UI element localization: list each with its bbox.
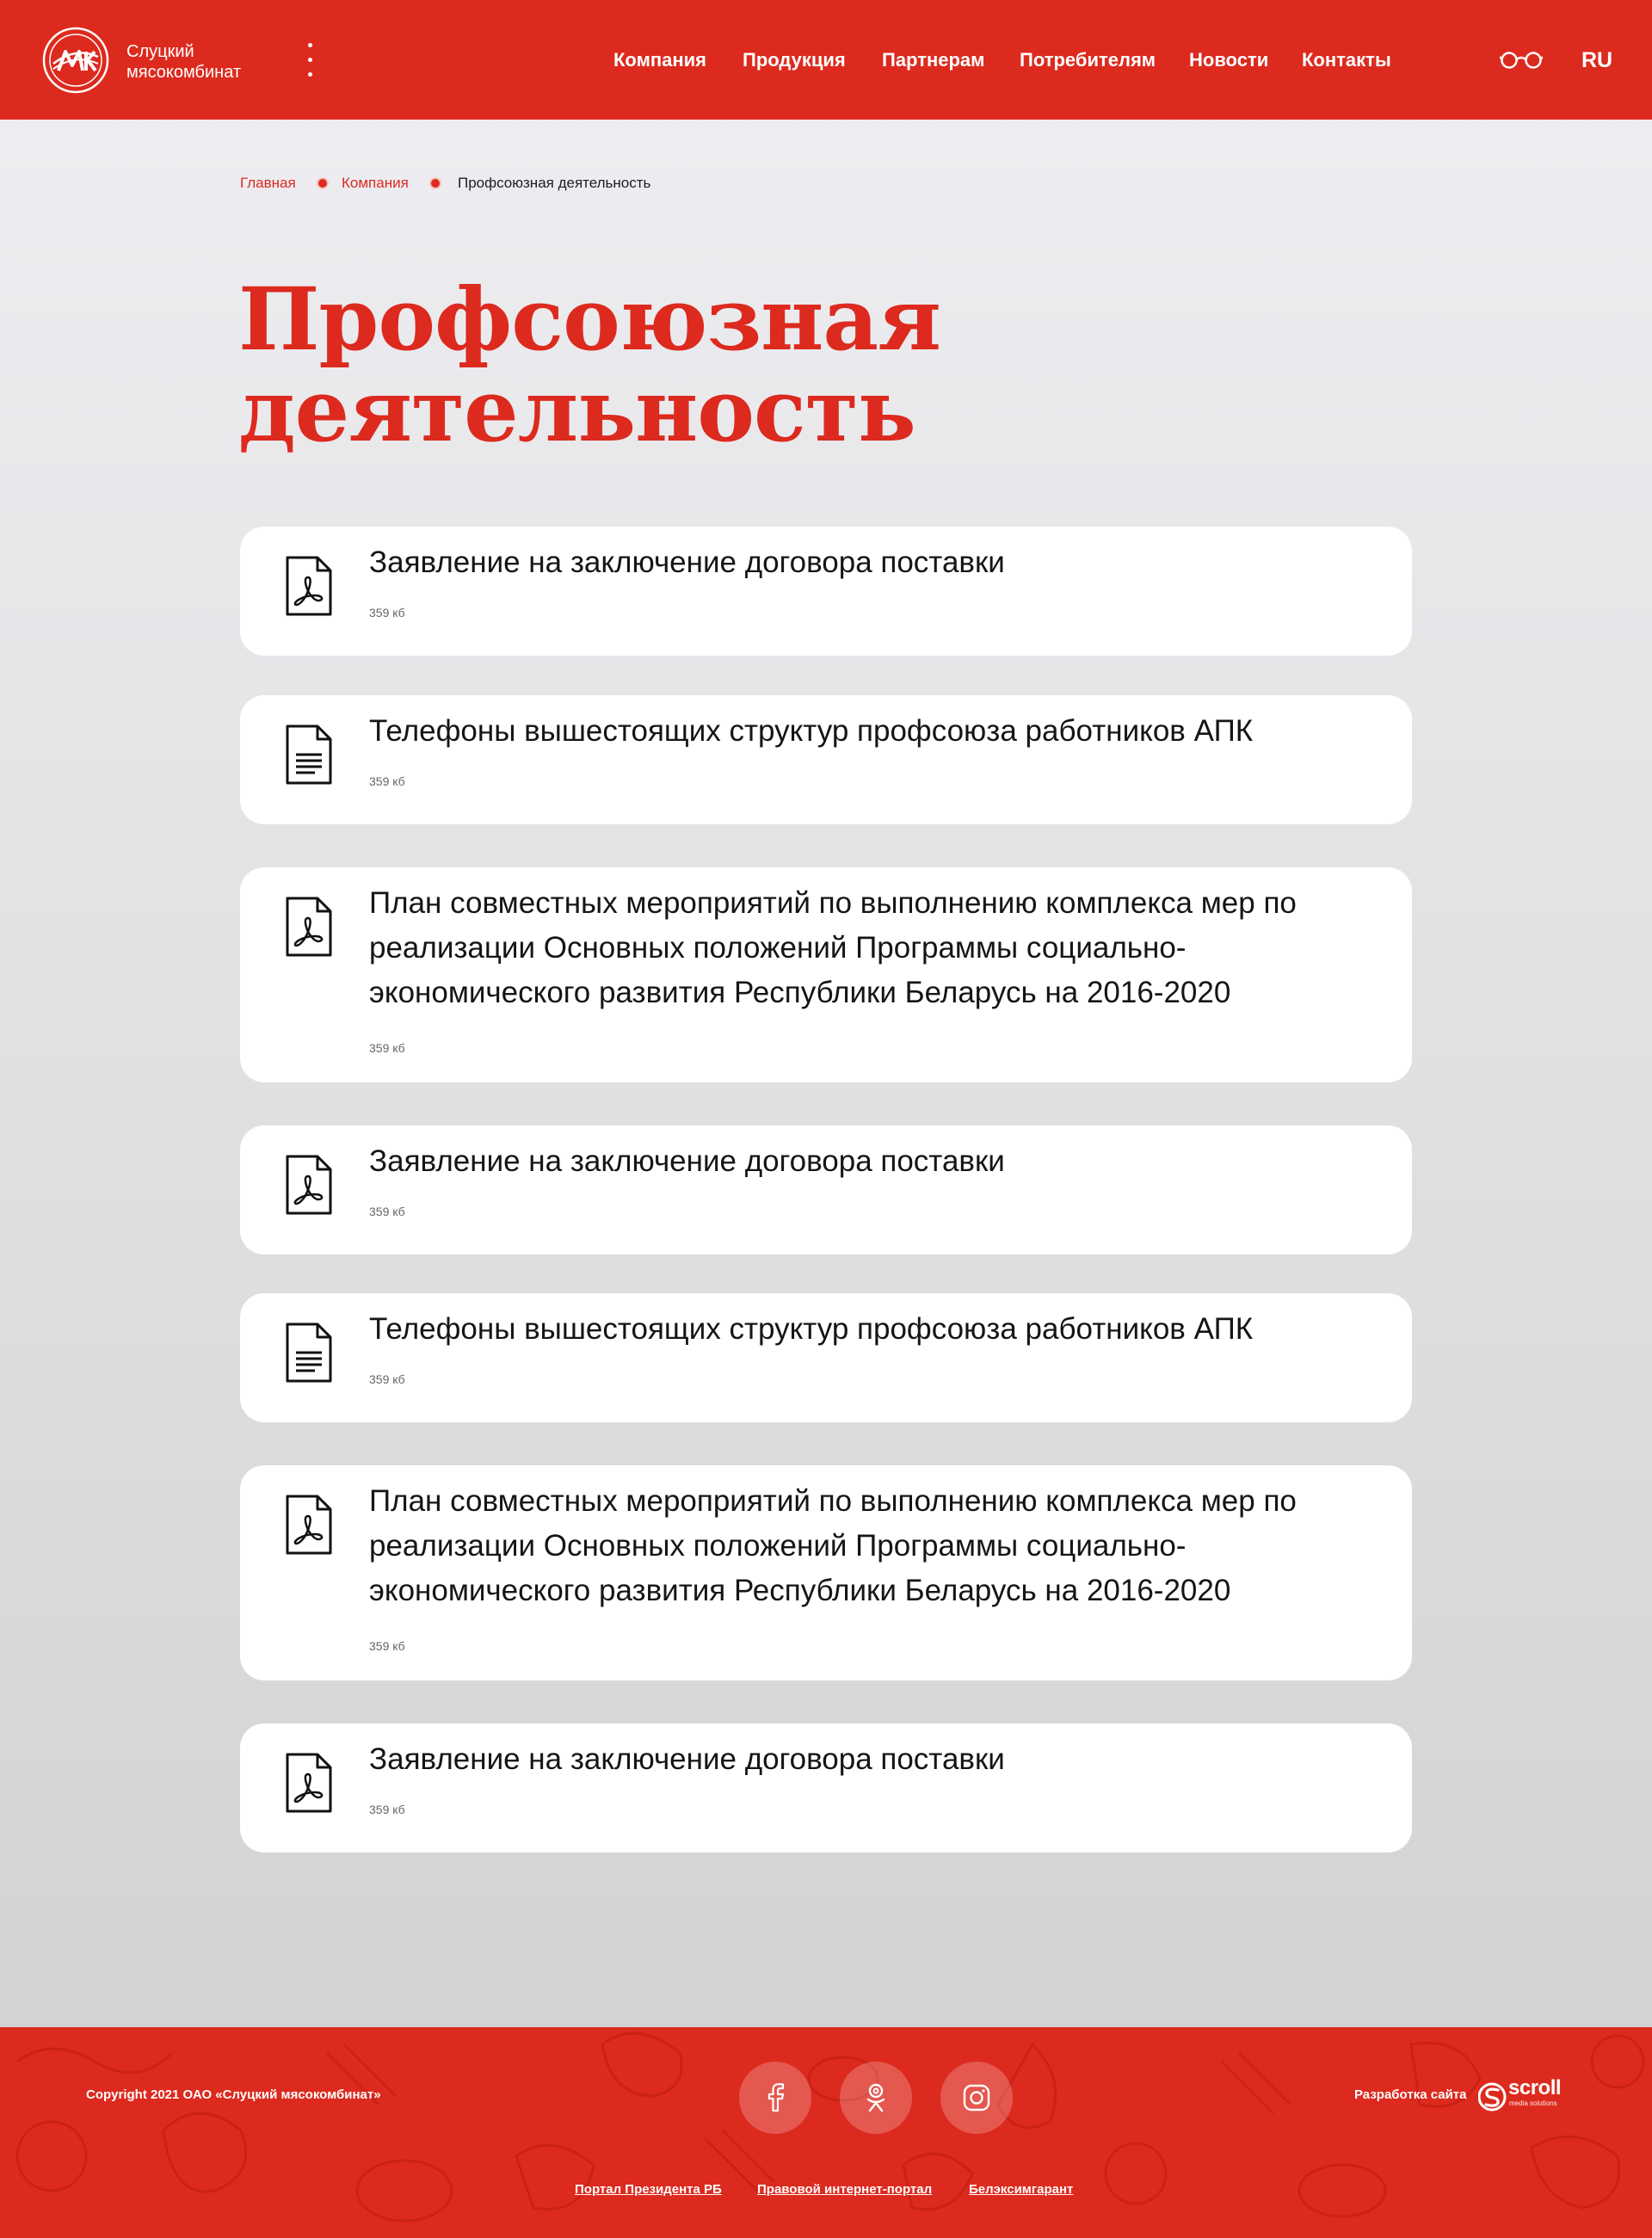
- page-title-line-2: деятельность: [238, 360, 916, 461]
- glasses-icon[interactable]: [1500, 50, 1543, 71]
- site-header: Слуцкий мясокомбинат Компания Продукция …: [0, 0, 1652, 120]
- main-nav: Компания Продукция Партнерам Потребителя…: [0, 0, 1652, 120]
- text-file-icon: [286, 724, 332, 785]
- page-title: Профсоюзная деятельность: [238, 274, 1271, 456]
- nav-company[interactable]: Компания: [613, 48, 706, 72]
- document-size: 359 кб: [369, 1205, 405, 1218]
- breadcrumb: Главная Компания Профсоюзная деятельност…: [240, 173, 1014, 194]
- document-card[interactable]: План совместных мероприятий по выполнени…: [240, 867, 1412, 1082]
- odnoklassniki-button[interactable]: [840, 2062, 912, 2134]
- developer-tagline: media solutions: [1509, 2099, 1557, 2107]
- nav-consumers[interactable]: Потребителям: [1020, 48, 1156, 72]
- footer-link-legal-portal[interactable]: Правовой интернет-портал: [757, 2181, 932, 2198]
- document-title: План совместных мероприятий по выполнени…: [369, 886, 1297, 1009]
- document-size: 359 кб: [369, 1803, 405, 1816]
- document-size: 359 кб: [369, 774, 405, 788]
- food-pattern-background: [15, 2031, 1645, 2223]
- document-title: План совместных мероприятий по выполнени…: [369, 1484, 1297, 1607]
- nav-contacts[interactable]: Контакты: [1302, 48, 1391, 72]
- document-size: 359 кб: [369, 1639, 405, 1653]
- document-size: 359 кб: [369, 1372, 405, 1386]
- facebook-icon: [767, 2083, 785, 2112]
- developer-label: Разработка сайта: [1354, 2087, 1467, 2102]
- pdf-file-icon: [286, 1753, 332, 1813]
- document-title: Заявление на заключение договора поставк…: [369, 1144, 1005, 1178]
- document-size: 359 кб: [369, 1041, 405, 1055]
- facebook-button[interactable]: [739, 2062, 811, 2134]
- document-card[interactable]: План совместных мероприятий по выполнени…: [240, 1465, 1412, 1680]
- document-card[interactable]: Заявление на заключение договора поставк…: [240, 1723, 1412, 1853]
- instagram-button[interactable]: [940, 2062, 1013, 2134]
- text-file-icon: [286, 1322, 332, 1383]
- footer-link-beleximgarant[interactable]: Белэксимгарант: [969, 2181, 1073, 2198]
- odnoklassniki-icon: [866, 2083, 885, 2112]
- pdf-file-icon: [286, 556, 332, 616]
- nav-news[interactable]: Новости: [1189, 48, 1268, 72]
- document-card[interactable]: Телефоны вышестоящих структур профсоюза …: [240, 695, 1412, 824]
- document-card[interactable]: Заявление на заключение договора поставк…: [240, 527, 1412, 656]
- document-size: 359 кб: [369, 606, 405, 620]
- breadcrumb-separator: [318, 179, 327, 188]
- document-title: Телефоны вышестоящих структур профсоюза …: [369, 714, 1254, 748]
- site-footer: Copyright 2021 ОАО «Слуцкий мясокомбинат…: [0, 2027, 1652, 2238]
- breadcrumb-company[interactable]: Компания: [342, 173, 409, 194]
- nav-partners[interactable]: Партнерам: [882, 48, 984, 72]
- document-card[interactable]: Заявление на заключение договора поставк…: [240, 1125, 1412, 1255]
- language-switch[interactable]: RU: [1581, 46, 1612, 74]
- breadcrumb-current: Профсоюзная деятельность: [458, 175, 651, 191]
- document-title: Телефоны вышестоящих структур профсоюза …: [369, 1312, 1254, 1346]
- developer-name[interactable]: scroll: [1508, 2077, 1562, 2099]
- nav-products[interactable]: Продукция: [743, 48, 846, 72]
- footer-link-president-portal[interactable]: Портал Президента РБ: [575, 2181, 722, 2198]
- pdf-file-icon: [286, 1155, 332, 1215]
- pdf-file-icon: [286, 897, 332, 957]
- document-card[interactable]: Телефоны вышестоящих структур профсоюза …: [240, 1293, 1412, 1422]
- breadcrumb-separator: [431, 179, 440, 188]
- document-title: Заявление на заключение договора поставк…: [369, 546, 1005, 579]
- pdf-file-icon: [286, 1495, 332, 1555]
- document-title: Заявление на заключение договора поставк…: [369, 1742, 1005, 1776]
- instagram-icon: [963, 2084, 990, 2112]
- page-title-line-1: Профсоюзная: [238, 268, 941, 370]
- breadcrumb-home[interactable]: Главная: [240, 173, 296, 194]
- copyright: Copyright 2021 ОАО «Слуцкий мясокомбинат…: [86, 2087, 381, 2102]
